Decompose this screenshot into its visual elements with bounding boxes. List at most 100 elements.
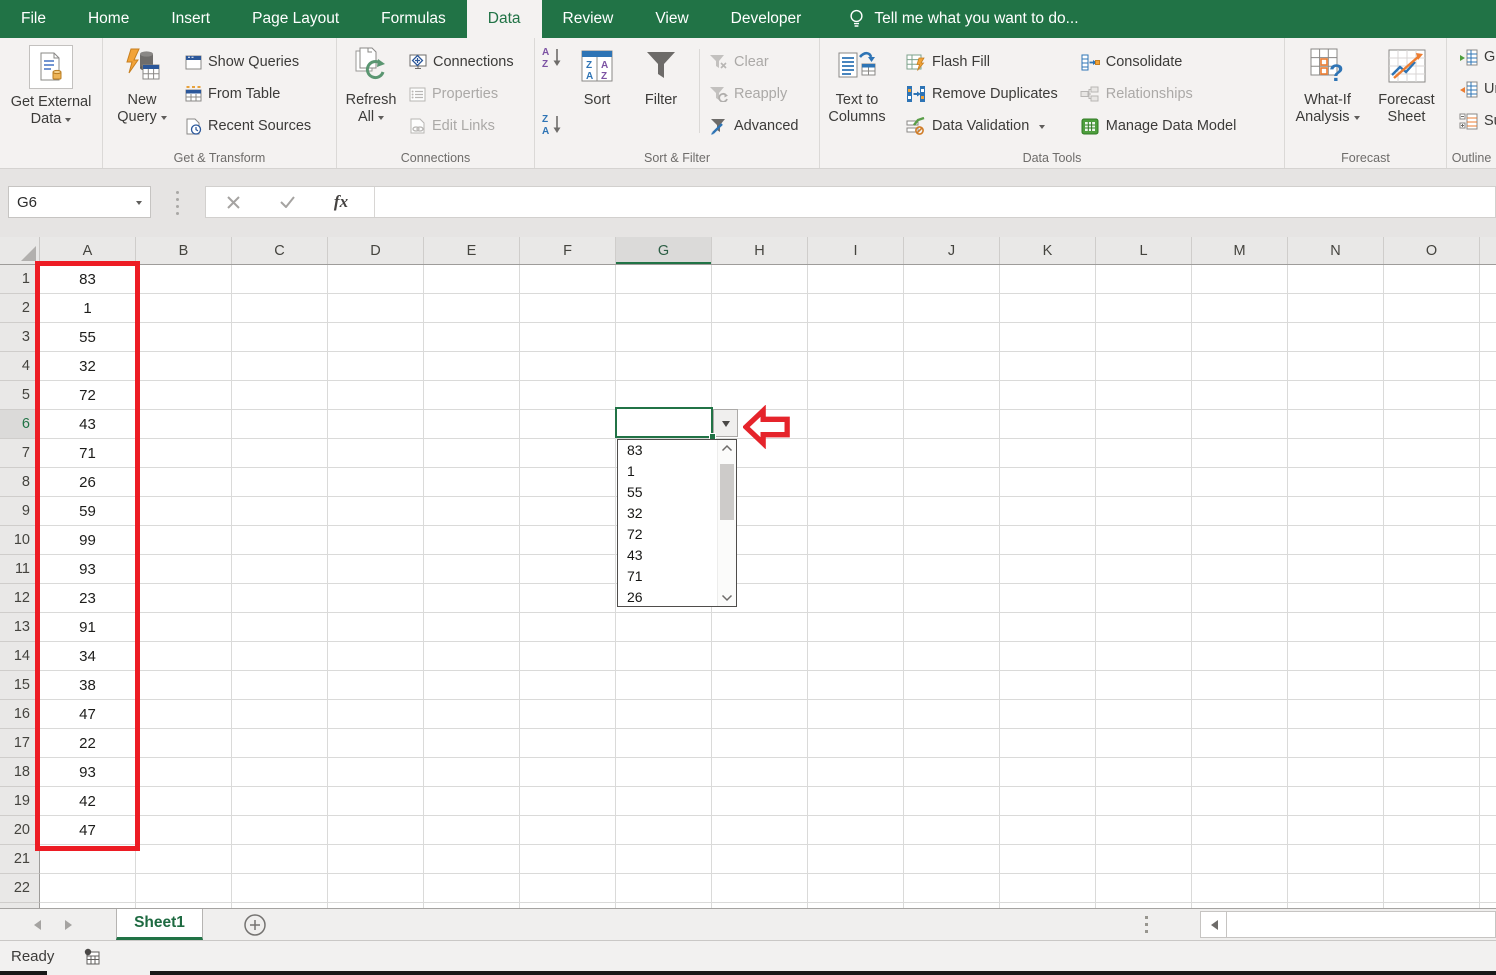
cell-O15[interactable]	[1384, 671, 1480, 700]
cell-B12[interactable]	[136, 584, 232, 613]
cell-E22[interactable]	[424, 874, 520, 903]
cell-I11[interactable]	[808, 555, 904, 584]
tab-developer[interactable]: Developer	[710, 0, 823, 38]
text-to-columns-button[interactable]: Text to Columns	[820, 43, 894, 126]
cell-I6[interactable]	[808, 410, 904, 439]
cell-H18[interactable]	[712, 758, 808, 787]
cell-N5[interactable]	[1288, 381, 1384, 410]
cell-B4[interactable]	[136, 352, 232, 381]
cell-I15[interactable]	[808, 671, 904, 700]
cell-M13[interactable]	[1192, 613, 1288, 642]
cell-I4[interactable]	[808, 352, 904, 381]
cell-E16[interactable]	[424, 700, 520, 729]
cell-I10[interactable]	[808, 526, 904, 555]
row-header-2[interactable]: 2	[0, 294, 40, 323]
cell-K20[interactable]	[1000, 816, 1096, 845]
cell-J22[interactable]	[904, 874, 1000, 903]
row-header-4[interactable]: 4	[0, 352, 40, 381]
cell-K12[interactable]	[1000, 584, 1096, 613]
cell-F4[interactable]	[520, 352, 616, 381]
cell-O4[interactable]	[1384, 352, 1480, 381]
cell-K21[interactable]	[1000, 845, 1096, 874]
cell-J9[interactable]	[904, 497, 1000, 526]
cell-I14[interactable]	[808, 642, 904, 671]
cell-O21[interactable]	[1384, 845, 1480, 874]
cell-F15[interactable]	[520, 671, 616, 700]
cell-M6[interactable]	[1192, 410, 1288, 439]
new-sheet-button[interactable]	[243, 909, 267, 940]
row-header-13[interactable]: 13	[0, 613, 40, 642]
tell-me-box[interactable]: Tell me what you want to do...	[848, 0, 1079, 38]
refresh-all-button[interactable]: Refresh All	[337, 43, 405, 126]
cell-J16[interactable]	[904, 700, 1000, 729]
column-header-N[interactable]: N	[1288, 237, 1384, 264]
cell-H2[interactable]	[712, 294, 808, 323]
cell-B17[interactable]	[136, 729, 232, 758]
cell-K22[interactable]	[1000, 874, 1096, 903]
cell-L11[interactable]	[1096, 555, 1192, 584]
row-header-7[interactable]: 7	[0, 439, 40, 468]
cell-O20[interactable]	[1384, 816, 1480, 845]
cell-G19[interactable]	[616, 787, 712, 816]
subtotal-button[interactable]: Subtotal	[1455, 105, 1496, 137]
cell-O7[interactable]	[1384, 439, 1480, 468]
cell-D17[interactable]	[328, 729, 424, 758]
cell-M21[interactable]	[1192, 845, 1288, 874]
cell-I17[interactable]	[808, 729, 904, 758]
column-header-C[interactable]: C	[232, 237, 328, 264]
tab-data[interactable]: Data	[466, 0, 542, 38]
cell-G14[interactable]	[616, 642, 712, 671]
cell-G22[interactable]	[616, 874, 712, 903]
cell-D11[interactable]	[328, 555, 424, 584]
column-header-M[interactable]: M	[1192, 237, 1288, 264]
cell-J20[interactable]	[904, 816, 1000, 845]
cell-K2[interactable]	[1000, 294, 1096, 323]
cell-L21[interactable]	[1096, 845, 1192, 874]
cell-B5[interactable]	[136, 381, 232, 410]
cell-C16[interactable]	[232, 700, 328, 729]
row-header-14[interactable]: 14	[0, 642, 40, 671]
cell-D13[interactable]	[328, 613, 424, 642]
cell-D2[interactable]	[328, 294, 424, 323]
cell-L15[interactable]	[1096, 671, 1192, 700]
cell-N3[interactable]	[1288, 323, 1384, 352]
cell-H15[interactable]	[712, 671, 808, 700]
cell-P3[interactable]	[1480, 323, 1496, 352]
recent-sources-button[interactable]: Recent Sources	[181, 110, 315, 142]
cell-D6[interactable]	[328, 410, 424, 439]
cell-P1[interactable]	[1480, 265, 1496, 294]
get-external-data-button[interactable]: Get External Data	[6, 43, 97, 128]
cell-M4[interactable]	[1192, 352, 1288, 381]
cell-E19[interactable]	[424, 787, 520, 816]
ungroup-button[interactable]: Ungroup	[1455, 73, 1496, 105]
insert-function-button[interactable]: fx	[314, 192, 368, 212]
row-header-17[interactable]: 17	[0, 729, 40, 758]
cell-K4[interactable]	[1000, 352, 1096, 381]
cell-O5[interactable]	[1384, 381, 1480, 410]
column-header-partial[interactable]	[1480, 237, 1496, 264]
cell-F22[interactable]	[520, 874, 616, 903]
cell-D22[interactable]	[328, 874, 424, 903]
cell-B18[interactable]	[136, 758, 232, 787]
cell-L16[interactable]	[1096, 700, 1192, 729]
cell-B14[interactable]	[136, 642, 232, 671]
cell-K8[interactable]	[1000, 468, 1096, 497]
cell-K19[interactable]	[1000, 787, 1096, 816]
cell-J17[interactable]	[904, 729, 1000, 758]
cell-C14[interactable]	[232, 642, 328, 671]
cell-D10[interactable]	[328, 526, 424, 555]
cell-I8[interactable]	[808, 468, 904, 497]
cell-A10[interactable]: 99	[40, 526, 136, 555]
cell-C8[interactable]	[232, 468, 328, 497]
cell-D14[interactable]	[328, 642, 424, 671]
cell-D9[interactable]	[328, 497, 424, 526]
cell-M20[interactable]	[1192, 816, 1288, 845]
cell-B7[interactable]	[136, 439, 232, 468]
cell-B1[interactable]	[136, 265, 232, 294]
prev-sheet-icon[interactable]	[29, 919, 41, 930]
cell-O2[interactable]	[1384, 294, 1480, 323]
cell-B9[interactable]	[136, 497, 232, 526]
column-header-I[interactable]: I	[808, 237, 904, 264]
cell-I1[interactable]	[808, 265, 904, 294]
cell-F21[interactable]	[520, 845, 616, 874]
